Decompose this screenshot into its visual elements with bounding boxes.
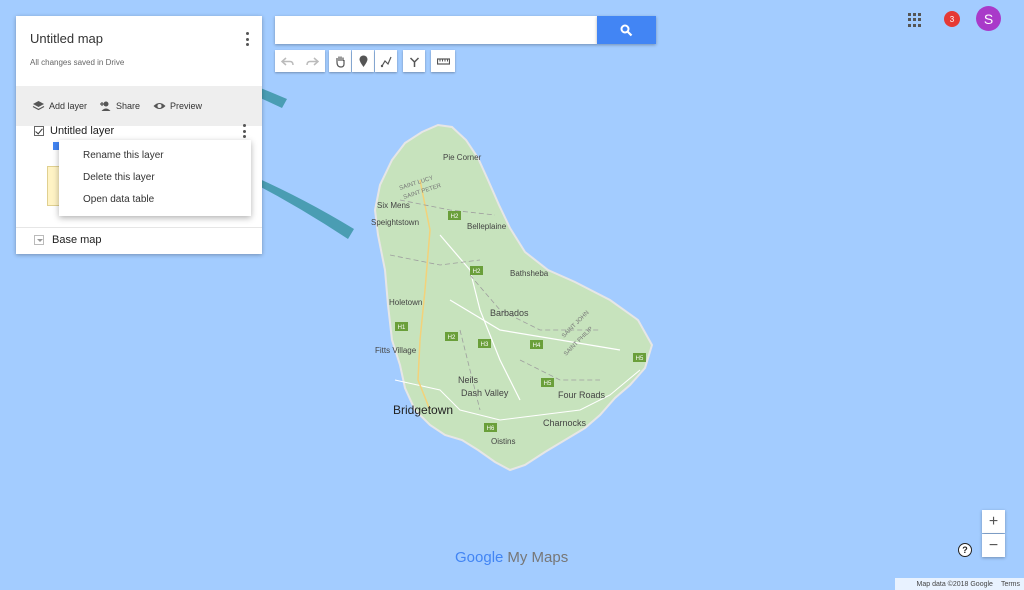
layer-context-menu: Rename this layer Delete this layer Open… [59,140,251,216]
map-title[interactable]: Untitled map [30,31,103,46]
redo-icon[interactable] [306,55,319,68]
apps-grid-icon[interactable] [908,13,922,27]
road-shield: H2 [470,266,483,275]
draw-line-button[interactable] [375,50,397,72]
undo-icon[interactable] [281,55,294,68]
road-shield: H4 [530,340,543,349]
place-label: Speightstown [371,218,419,227]
ruler-icon [436,57,450,65]
google-my-maps-logo: Google My Maps [455,549,568,566]
place-label: Dash Valley [461,388,509,398]
terms-link[interactable]: Terms [1001,581,1020,588]
svg-text:H5: H5 [636,356,644,362]
layers-panel: Untitled map All changes saved in Drive … [16,16,262,254]
place-label: Oistins [491,437,515,446]
layer-options-icon[interactable] [239,124,249,138]
road-shield: H2 [448,211,461,220]
search-icon [620,24,633,36]
layer-name[interactable]: Untitled layer [50,125,114,137]
share-button[interactable]: Share [99,99,140,113]
directions-button[interactable] [403,50,425,72]
base-map-row[interactable]: Base map [34,234,102,246]
search-input[interactable] [275,16,597,44]
place-label: Belleplaine [467,222,507,231]
place-label: Four Roads [558,390,606,400]
road-shield: H2 [445,332,458,341]
preview-label: Preview [170,101,203,111]
road-shield: H5 [633,353,646,362]
help-button[interactable]: ? [958,543,972,557]
layer-row[interactable]: Untitled layer [34,123,254,139]
expand-caret-icon[interactable] [34,235,44,245]
save-status: All changes saved in Drive [30,58,125,67]
base-map-label: Base map [52,234,102,246]
zoom-in-button[interactable]: + [982,510,1005,533]
add-marker-button[interactable] [352,50,374,72]
undo-button[interactable] [275,50,325,72]
add-person-icon [100,101,111,111]
rename-layer-item[interactable]: Rename this layer [83,150,164,161]
draw-line-icon [380,56,392,67]
place-label: Six Mens [377,201,410,210]
road-shield: H3 [478,339,491,348]
google-wordmark: Google [455,549,504,566]
svg-text:H6: H6 [487,426,495,432]
panel-action-bar: Add layer Share Preview [16,86,262,126]
svg-text:H1: H1 [398,325,406,331]
svg-text:H3: H3 [481,342,489,348]
eye-icon [153,103,166,109]
hand-icon [335,56,345,68]
open-data-table-item[interactable]: Open data table [83,194,154,205]
place-label: Bridgetown [393,403,453,417]
place-label: Barbados [490,308,529,318]
road-shield: H5 [541,378,554,387]
preview-button[interactable]: Preview [153,99,202,113]
place-label: Charnocks [543,418,587,428]
svg-text:H5: H5 [544,381,552,387]
place-label: Holetown [389,298,422,307]
directions-icon [409,56,419,67]
select-tool-button[interactable] [329,50,351,72]
notifications-badge[interactable]: 3 [944,11,960,27]
svg-text:H2: H2 [451,214,459,220]
add-layer-label: Add layer [49,101,88,111]
search-button[interactable] [597,16,656,44]
layers-icon [32,101,45,111]
divider [16,227,262,228]
svg-text:H4: H4 [533,343,541,349]
my-maps-wordmark: My Maps [507,549,569,566]
svg-text:H2: H2 [473,269,481,275]
layer-visibility-checkbox[interactable] [34,126,44,136]
avatar[interactable]: S [976,6,1001,31]
measure-button[interactable] [431,50,455,72]
marker-icon [359,55,367,67]
map-attribution: Map data ©2018 Google Terms [895,578,1024,590]
map-options-icon[interactable] [242,32,252,46]
place-label: Pie Corner [443,153,482,162]
place-label: Fitts Village [375,346,417,355]
road-shield: H1 [395,322,408,331]
share-label: Share [116,101,141,111]
road-shield: H6 [484,423,497,432]
add-layer-button[interactable]: Add layer [32,99,87,113]
zoom-out-button[interactable]: − [982,534,1005,557]
place-label: Neils [458,375,479,385]
delete-layer-item[interactable]: Delete this layer [83,172,155,183]
map-data-credit: Map data ©2018 Google [916,580,993,588]
svg-text:H2: H2 [448,335,456,341]
place-label: Bathsheba [510,269,549,278]
